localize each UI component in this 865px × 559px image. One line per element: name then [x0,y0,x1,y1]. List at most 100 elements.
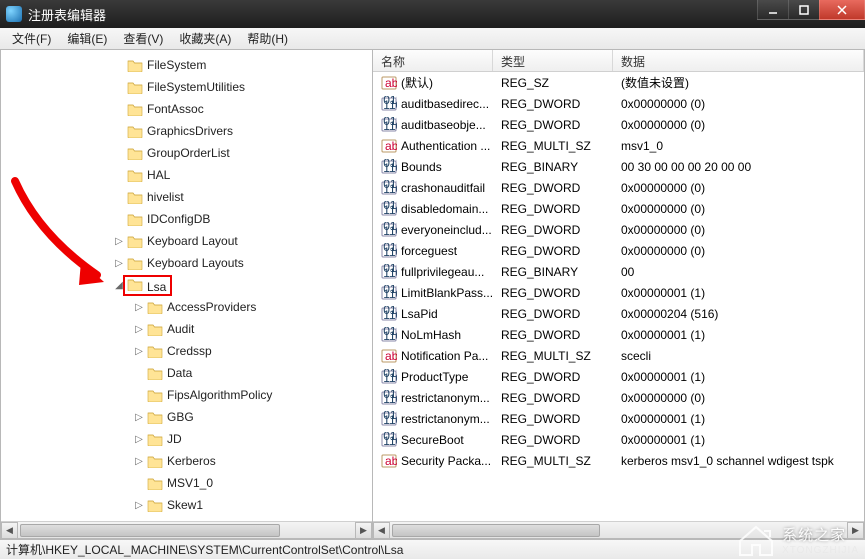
maximize-button[interactable] [788,0,820,20]
tree-item[interactable]: FontAssoc [1,98,372,120]
list-row[interactable]: BoundsREG_BINARY00 30 00 00 00 20 00 00 [373,156,864,177]
tree-item-label: Skew1 [167,498,203,512]
tree-item[interactable]: Data [1,362,372,384]
tree-item[interactable]: hivelist [1,186,372,208]
list-row[interactable]: ProductTypeREG_DWORD0x00000001 (1) [373,366,864,387]
tree-item[interactable]: ▷GBG [1,406,372,428]
tree-item[interactable]: ▷Audit [1,318,372,340]
tree-item-label: GraphicsDrivers [147,124,233,138]
binary-value-icon [381,96,397,112]
col-header-data[interactable]: 数据 [613,50,864,71]
list-body[interactable]: (默认)REG_SZ(数值未设置)auditbasedirec...REG_DW… [373,72,864,521]
tree-toggle-empty [113,191,125,203]
menu-help[interactable]: 帮助(H) [239,30,296,47]
list-row[interactable]: Authentication ...REG_MULTI_SZmsv1_0 [373,135,864,156]
close-button[interactable] [819,0,865,20]
list-row[interactable]: disabledomain...REG_DWORD0x00000000 (0) [373,198,864,219]
list-row[interactable]: restrictanonym...REG_DWORD0x00000001 (1) [373,408,864,429]
tree-item[interactable]: IDConfigDB [1,208,372,230]
binary-value-icon [381,117,397,133]
tree-item[interactable]: HAL [1,164,372,186]
string-value-icon [381,453,397,469]
tree-content[interactable]: FileSystem FileSystemUtilities FontAssoc Gr… [1,50,372,521]
tree-hscrollbar[interactable]: ◀ ▶ [1,521,372,538]
value-name: LimitBlankPass... [401,286,493,300]
scroll-left-button[interactable]: ◀ [373,522,390,539]
menu-favorites[interactable]: 收藏夹(A) [171,30,239,47]
tree-toggle-empty [133,389,145,401]
tree-item[interactable]: ▷ Skew1 [1,494,372,516]
list-row[interactable]: forceguestREG_DWORD0x00000000 (0) [373,240,864,261]
list-row[interactable]: auditbaseobje...REG_DWORD0x00000000 (0) [373,114,864,135]
list-row[interactable]: restrictanonym...REG_DWORD0x00000000 (0) [373,387,864,408]
col-header-name[interactable]: 名称 [373,50,493,71]
expand-icon[interactable]: ▷ [133,345,145,357]
tree-item-label: FileSystemUtilities [147,80,245,94]
tree-item[interactable]: GraphicsDrivers [1,120,372,142]
expand-icon[interactable]: ▷ [133,433,145,445]
tree-item[interactable]: ▷ Keyboard Layout [1,230,372,252]
tree-item-label: GroupOrderList [147,146,230,160]
tree-item[interactable]: ▷Keyboard Layouts [1,252,372,274]
tree-item[interactable]: ◢Lsa [1,274,372,296]
value-data: 0x00000000 (0) [617,223,864,237]
value-name: Bounds [401,160,442,174]
tree-toggle-empty [113,147,125,159]
value-name: NoLmHash [401,328,461,342]
tree-item[interactable]: FileSystem [1,54,372,76]
minimize-button[interactable] [757,0,789,20]
list-row[interactable]: Notification Pa...REG_MULTI_SZscecli [373,345,864,366]
tree-item[interactable]: ▷SSO [1,516,372,521]
value-type: REG_DWORD [497,328,617,342]
menu-edit[interactable]: 编辑(E) [59,30,115,47]
list-row[interactable]: NoLmHashREG_DWORD0x00000001 (1) [373,324,864,345]
folder-icon [147,388,163,402]
list-row[interactable]: LsaPidREG_DWORD0x00000204 (516) [373,303,864,324]
menu-view[interactable]: 查看(V) [115,30,171,47]
tree-toggle-empty [113,169,125,181]
expand-icon[interactable]: ▷ [133,455,145,467]
expand-icon[interactable]: ▷ [133,301,145,313]
tree-item[interactable]: FileSystemUtilities [1,76,372,98]
expand-icon[interactable]: ▷ [113,235,125,247]
expand-icon[interactable]: ▷ [113,257,125,269]
scroll-right-button[interactable]: ▶ [847,522,864,539]
list-row[interactable]: (默认)REG_SZ(数值未设置) [373,72,864,93]
tree-item[interactable]: FipsAlgorithmPolicy [1,384,372,406]
list-row[interactable]: auditbasedirec...REG_DWORD0x00000000 (0) [373,93,864,114]
list-row[interactable]: SecureBootREG_DWORD0x00000001 (1) [373,429,864,450]
menu-file[interactable]: 文件(F) [4,30,59,47]
expand-icon[interactable]: ▷ [133,499,145,511]
tree-toggle-empty [133,367,145,379]
tree-item-label: Keyboard Layout [147,234,238,248]
value-type: REG_MULTI_SZ [497,349,617,363]
expand-icon[interactable]: ▷ [133,411,145,423]
expand-icon[interactable]: ▷ [133,323,145,335]
scroll-right-button[interactable]: ▶ [355,522,372,539]
col-header-type[interactable]: 类型 [493,50,613,71]
scroll-left-button[interactable]: ◀ [1,522,18,539]
list-hscrollbar[interactable]: ◀ ▶ [373,521,864,538]
list-row[interactable]: fullprivilegeau...REG_BINARY00 [373,261,864,282]
list-row[interactable]: crashonauditfailREG_DWORD0x00000000 (0) [373,177,864,198]
tree-item[interactable]: ▷AccessProviders [1,296,372,318]
tree-item[interactable]: ▷Credssp [1,340,372,362]
list-row[interactable]: Security Packa...REG_MULTI_SZkerberos ms… [373,450,864,471]
tree-item[interactable]: ▷ Kerberos [1,450,372,472]
value-data: 0x00000000 (0) [617,391,864,405]
list-row[interactable]: everyoneinclud...REG_DWORD0x00000000 (0) [373,219,864,240]
tree-item[interactable]: GroupOrderList [1,142,372,164]
list-row[interactable]: LimitBlankPass...REG_DWORD0x00000001 (1) [373,282,864,303]
folder-icon [147,498,163,512]
tree-item-label: IDConfigDB [147,212,210,226]
tree-item-label: hivelist [147,190,184,204]
tree-item-label: Kerberos [167,454,216,468]
folder-icon [147,454,163,468]
folder-icon [127,280,143,294]
tree-item-label: HAL [147,168,170,182]
tree-toggle-empty [113,103,125,115]
folder-icon [127,168,143,182]
tree-item[interactable]: MSV1_0 [1,472,372,494]
tree-item[interactable]: ▷JD [1,428,372,450]
menubar: 文件(F) 编辑(E) 查看(V) 收藏夹(A) 帮助(H) [0,28,865,50]
